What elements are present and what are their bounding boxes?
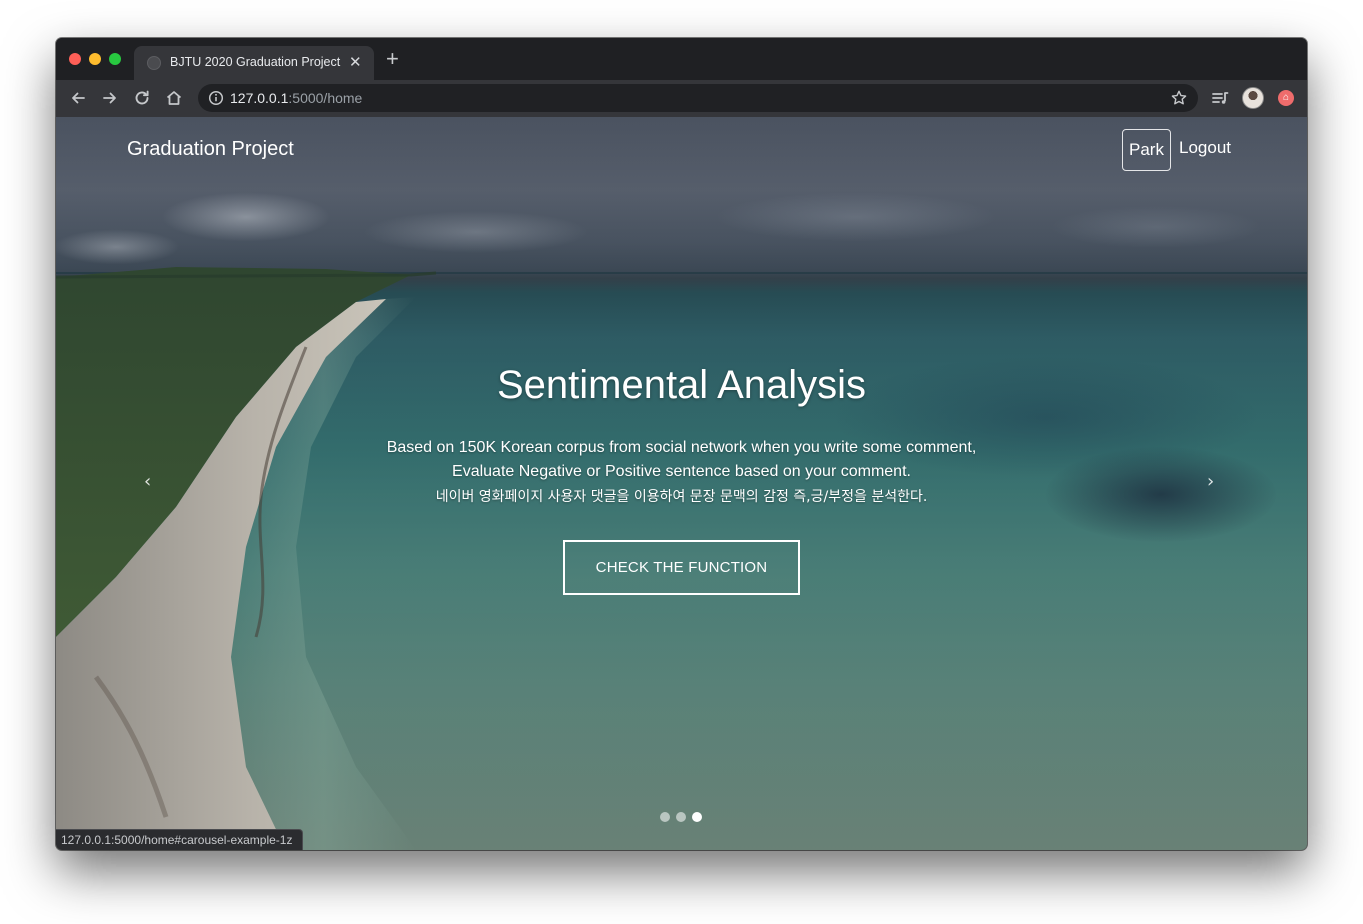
extension-icon[interactable]: ⌂ <box>1278 90 1294 106</box>
carousel-indicator-dot[interactable] <box>676 812 686 822</box>
hero-description-line-2: Evaluate Negative or Positive sentence b… <box>452 463 911 480</box>
globe-icon <box>147 56 161 70</box>
hero-description-line-1: Based on 150K Korean corpus from social … <box>386 439 977 456</box>
tab-close-icon[interactable]: ✕ <box>349 53 362 71</box>
url-host: 127.0.0.1 <box>230 90 289 106</box>
carousel-prev-icon[interactable]: ‹ <box>144 471 151 492</box>
back-icon[interactable] <box>68 88 88 108</box>
navbar-brand[interactable]: Graduation Project <box>127 138 294 161</box>
tab-strip: BJTU 2020 Graduation Project ✕ + <box>56 38 1307 80</box>
carousel-indicator-dot[interactable] <box>692 812 702 822</box>
tab-title: BJTU 2020 Graduation Project <box>170 55 341 69</box>
address-bar[interactable]: 127.0.0.1:5000/home <box>198 84 1198 112</box>
carousel-indicator-dot[interactable] <box>660 812 670 822</box>
hero-description-line-3: 네이버 영화페이지 사용자 댓글을 이용하여 문장 문맥의 감정 즉,긍/부정을… <box>435 489 928 505</box>
forward-icon[interactable] <box>100 88 120 108</box>
background-beach <box>56 117 1307 850</box>
hero-carousel: Graduation Project Park Logout Sentiment… <box>56 117 1307 850</box>
nav-logout-link[interactable]: Logout <box>1179 138 1231 158</box>
browser-toolbar: 127.0.0.1:5000/home ⌂ <box>56 80 1307 117</box>
url-text[interactable]: 127.0.0.1:5000/home <box>230 90 362 106</box>
zoom-window-button[interactable] <box>109 53 121 65</box>
minimize-window-button[interactable] <box>89 53 101 65</box>
profile-avatar-icon[interactable] <box>1242 87 1264 109</box>
url-path: :5000/home <box>288 90 363 106</box>
browser-window: BJTU 2020 Graduation Project ✕ + 127.0.0… <box>56 38 1307 850</box>
nav-user-link[interactable]: Park <box>1122 129 1171 171</box>
carousel-next-icon[interactable]: › <box>1207 471 1214 492</box>
tab-active[interactable]: BJTU 2020 Graduation Project ✕ <box>134 46 374 80</box>
media-queue-icon[interactable] <box>1210 88 1230 108</box>
new-tab-button[interactable]: + <box>386 48 399 70</box>
hero-title: Sentimental Analysis <box>496 363 867 407</box>
reload-icon[interactable] <box>132 88 152 108</box>
check-function-button[interactable]: CHECK THE FUNCTION <box>563 540 800 595</box>
info-icon[interactable] <box>208 90 224 106</box>
home-icon[interactable] <box>164 88 184 108</box>
status-bar-url: 127.0.0.1:5000/home#carousel-example-1z <box>56 829 303 850</box>
close-window-button[interactable] <box>69 53 81 65</box>
star-icon[interactable] <box>1170 89 1188 107</box>
